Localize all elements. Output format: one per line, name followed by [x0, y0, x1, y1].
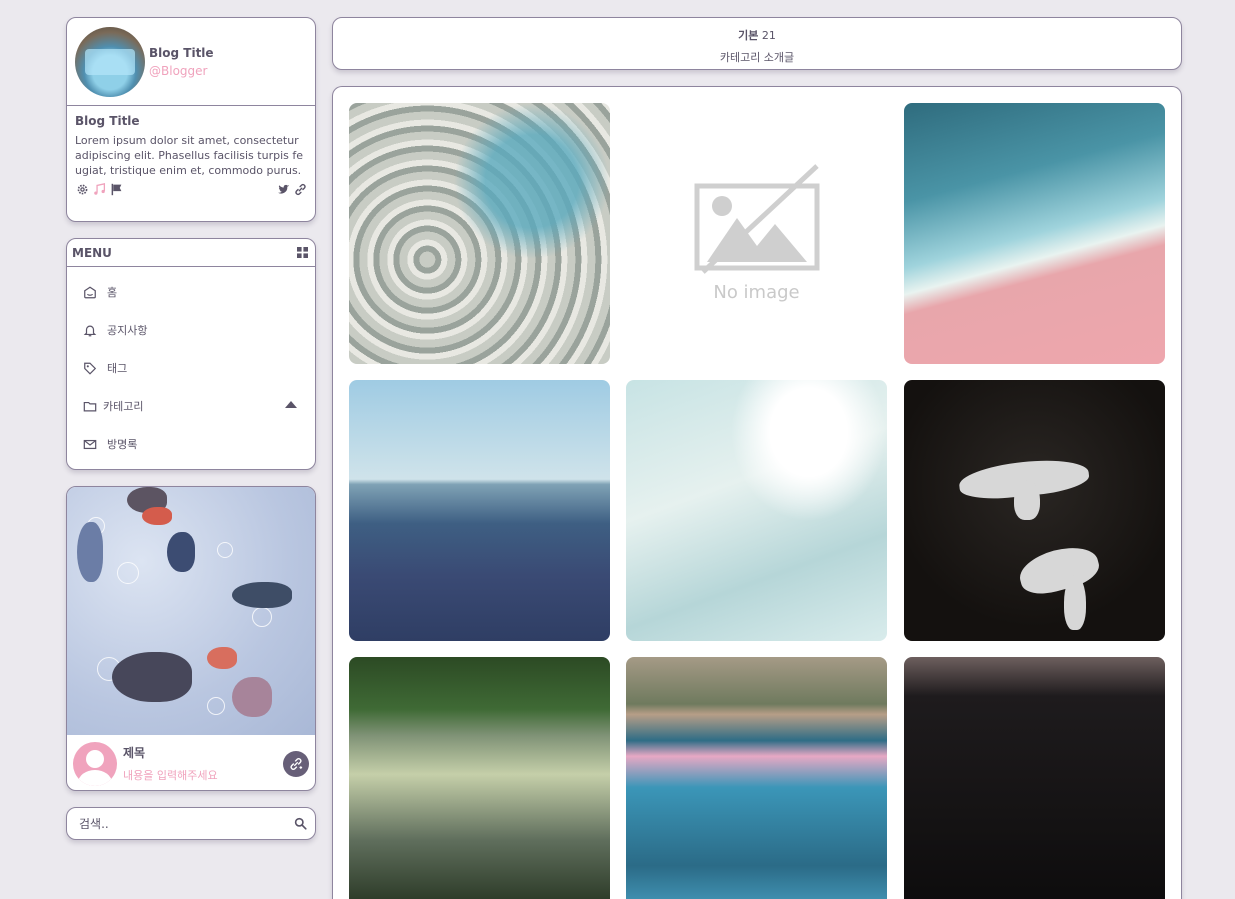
bell-icon	[83, 323, 97, 337]
post-count: 21	[761, 29, 776, 42]
blogger-handle[interactable]: @Blogger	[149, 64, 214, 78]
profile-body: Blog Title Lorem ipsum dolor sit amet, c…	[67, 106, 315, 196]
mail-icon	[83, 437, 97, 451]
search-box	[66, 807, 316, 840]
menu-item-label: 카테고리	[103, 400, 144, 413]
menu-item-label: 태그	[107, 362, 128, 375]
sidebar: Blog Title @Blogger Blog Title Lorem ips…	[66, 17, 316, 840]
featured-title: 제목	[123, 746, 146, 760]
profile-description: Lorem ipsum dolor sit amet, consectetur …	[75, 134, 304, 177]
link-icon[interactable]	[293, 182, 307, 196]
menu-list: 홈 공지사항 태그 카테고리 방명록	[67, 267, 315, 463]
menu-item-tag[interactable]: 태그	[67, 349, 315, 387]
menu-header: MENU	[67, 239, 315, 267]
menu-card: MENU 홈 공지사항 태그 카테고리 방명록	[66, 238, 316, 470]
post-thumbnail[interactable]	[904, 657, 1165, 899]
post-thumbnail[interactable]	[349, 103, 610, 364]
featured-image[interactable]	[67, 487, 315, 735]
folder-icon	[83, 399, 97, 413]
no-image-label: No image	[713, 282, 800, 303]
menu-item-category[interactable]: 카테고리	[67, 387, 315, 425]
post-thumbnail[interactable]	[626, 657, 887, 899]
profile-card: Blog Title @Blogger Blog Title Lorem ips…	[66, 17, 316, 222]
user-avatar-icon	[73, 741, 117, 786]
blog-title-link[interactable]: Blog Title	[149, 46, 214, 60]
search-input[interactable]	[79, 816, 279, 831]
featured-subtitle: 내용을 입력해주세요	[123, 769, 218, 782]
menu-item-notice[interactable]: 공지사항	[67, 311, 315, 349]
profile-header: Blog Title @Blogger	[67, 18, 315, 106]
grid-icon[interactable]	[295, 246, 309, 260]
home-icon	[83, 285, 97, 299]
post-thumbnail[interactable]	[626, 380, 887, 641]
caret-up-icon[interactable]	[285, 401, 297, 408]
twitter-icon[interactable]	[276, 182, 290, 196]
menu-item-guestbook[interactable]: 방명록	[67, 425, 315, 463]
post-thumbnail[interactable]	[349, 380, 610, 641]
post-thumbnail[interactable]	[349, 657, 610, 899]
gear-icon[interactable]	[75, 182, 89, 196]
category-name: 기본	[738, 29, 759, 42]
flag-icon[interactable]	[109, 182, 123, 196]
no-image-icon	[694, 164, 819, 274]
category-header: 기본 21 카테고리 소개글	[332, 17, 1182, 70]
profile-title: Blog Title	[75, 114, 140, 128]
post-thumbnail-placeholder[interactable]: No image	[626, 103, 887, 364]
category-description: 카테고리 소개글	[719, 51, 795, 64]
search-icon[interactable]	[293, 817, 307, 831]
menu-item-home[interactable]: 홈	[67, 273, 315, 311]
post-thumbnail[interactable]	[904, 103, 1165, 364]
menu-title: MENU	[72, 245, 112, 260]
menu-item-label: 홈	[107, 286, 118, 299]
page: Blog Title @Blogger Blog Title Lorem ips…	[0, 0, 1235, 899]
featured-card[interactable]: 제목 내용을 입력해주세요	[66, 486, 316, 791]
music-icon[interactable]	[92, 182, 106, 196]
menu-item-label: 공지사항	[107, 324, 148, 337]
avatar[interactable]	[75, 26, 145, 97]
link-add-button[interactable]	[283, 751, 309, 777]
tag-icon	[83, 361, 97, 375]
menu-item-label: 방명록	[107, 438, 138, 451]
post-gallery: No image	[332, 86, 1182, 899]
featured-footer: 제목 내용을 입력해주세요	[67, 735, 315, 790]
post-thumbnail[interactable]	[904, 380, 1165, 641]
